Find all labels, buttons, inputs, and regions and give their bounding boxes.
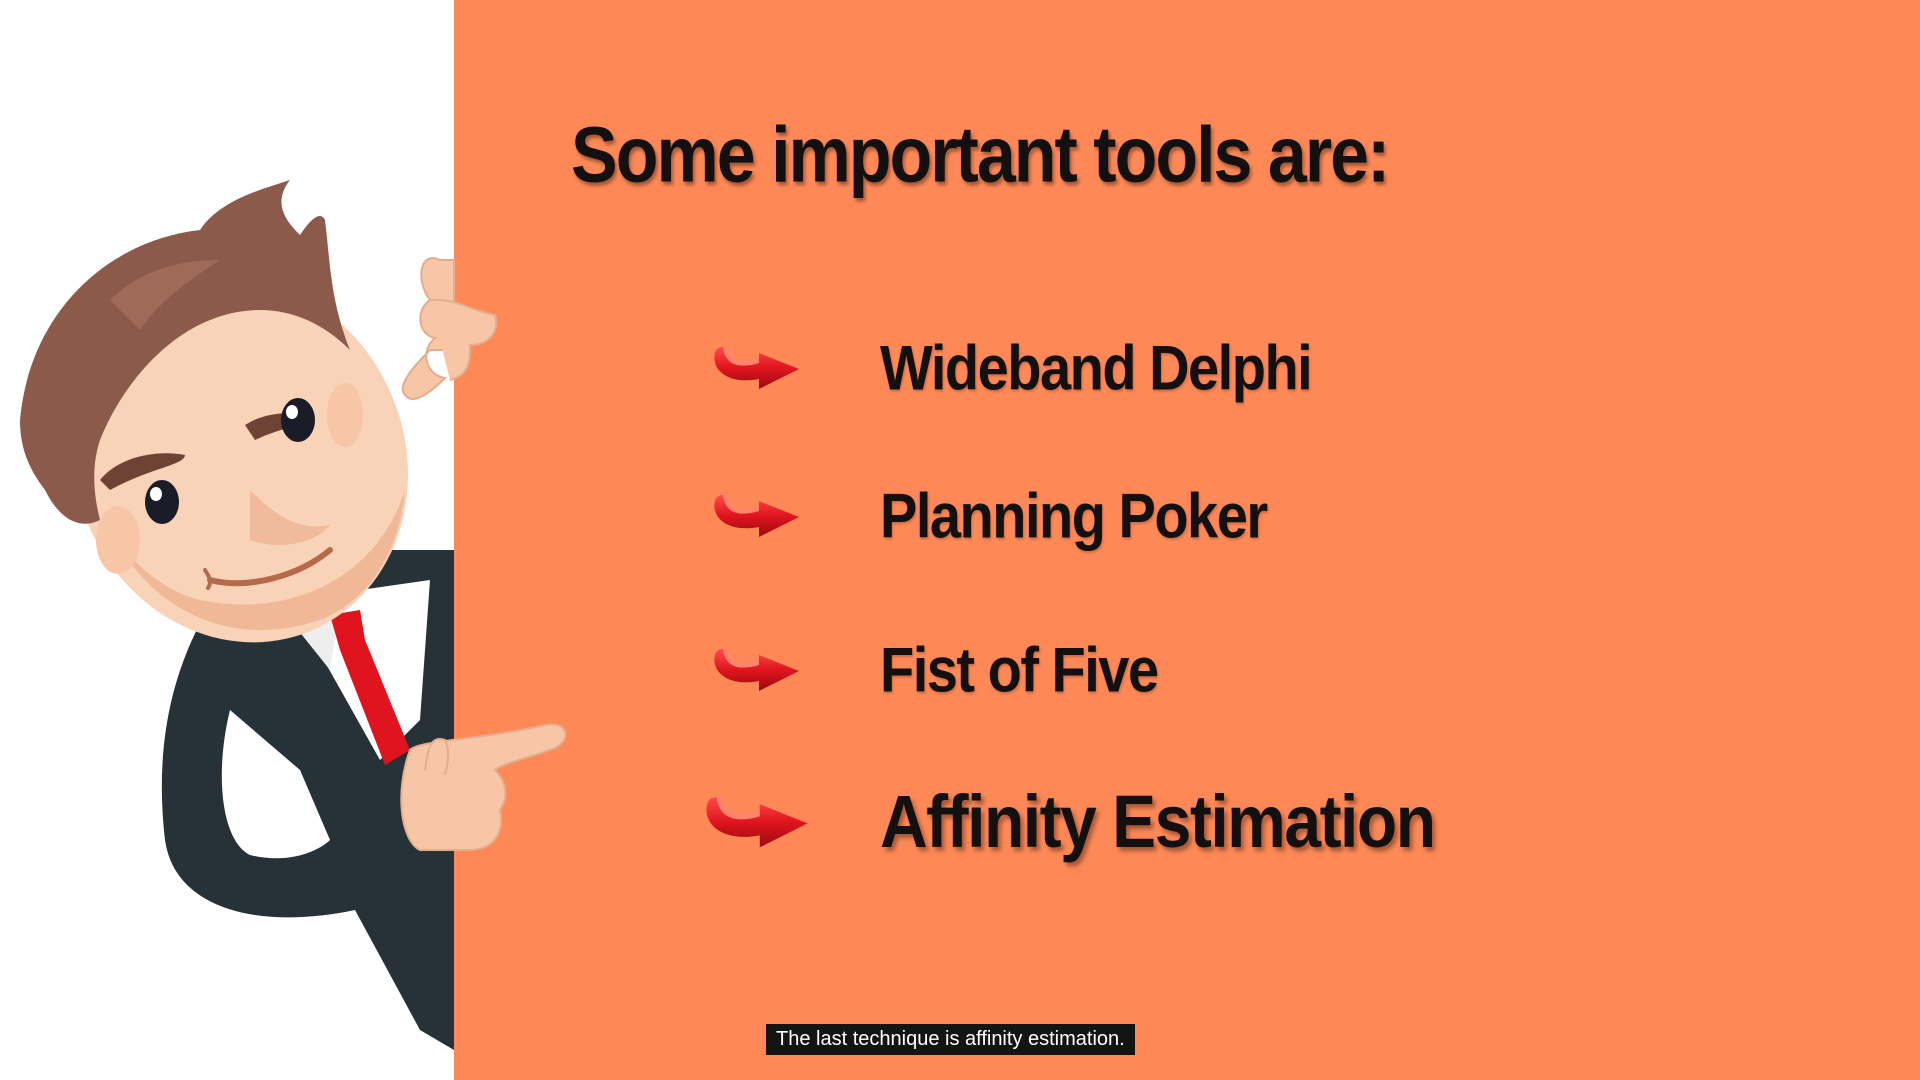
tool-label: Planning Poker bbox=[880, 479, 1268, 551]
slide-title: Some important tools are: bbox=[571, 111, 1390, 199]
tool-label: Fist of Five bbox=[880, 633, 1159, 705]
curved-red-arrow-icon bbox=[700, 487, 810, 543]
subtitle-caption: The last technique is affinity estimatio… bbox=[766, 1024, 1135, 1055]
tool-label: Wideband Delphi bbox=[880, 331, 1313, 403]
cartoon-businessman-pointing-icon bbox=[20, 180, 567, 1050]
tool-item-affinity-estimation: Affinity Estimation bbox=[700, 776, 1436, 866]
tool-item-fist-of-five: Fist of Five bbox=[700, 624, 1159, 714]
tool-label: Affinity Estimation bbox=[880, 779, 1436, 863]
tool-item-planning-poker: Planning Poker bbox=[700, 470, 1268, 560]
tool-item-wideband-delphi: Wideband Delphi bbox=[700, 322, 1313, 412]
curved-red-arrow-icon bbox=[700, 785, 810, 857]
curved-red-arrow-icon bbox=[700, 641, 810, 697]
thumb-hand-icon bbox=[401, 257, 498, 400]
curved-red-arrow-icon bbox=[700, 339, 810, 395]
video-frame: Some important tools are: Wideband Delph… bbox=[0, 0, 1920, 1080]
